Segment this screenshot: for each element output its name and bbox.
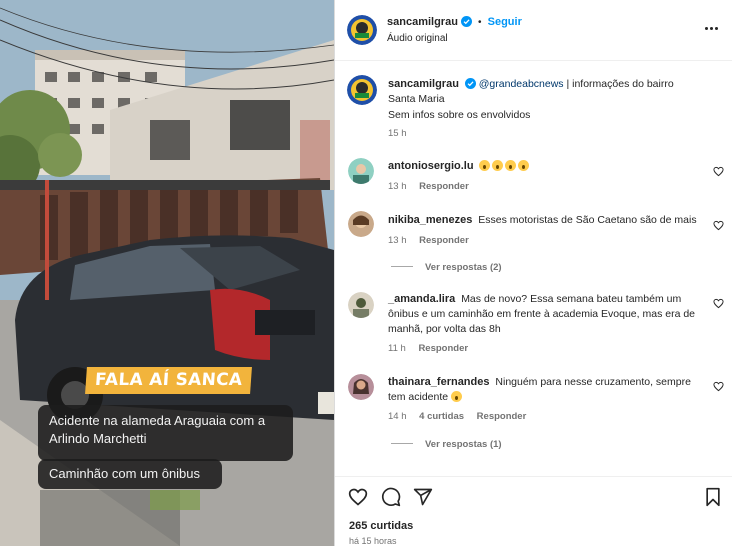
channel-banner: FALA AÍ SANCA xyxy=(85,367,253,394)
comment-body: Esses motoristas de São Caetano são de m… xyxy=(478,214,697,226)
commenter-avatar[interactable] xyxy=(348,374,374,400)
comment-time: 13 h xyxy=(388,181,407,192)
author-username[interactable]: sancamilgrau xyxy=(387,16,458,28)
reply-button[interactable]: Responder xyxy=(419,235,469,246)
comment-text: thainara_fernandes Ninguém para nesse cr… xyxy=(388,375,704,405)
heart-icon[interactable] xyxy=(713,220,724,231)
share-icon[interactable] xyxy=(413,487,433,507)
post-details-panel: sancamilgrau • Seguir Áudio original san… xyxy=(334,0,732,546)
commenter-username[interactable]: antoniosergio.lu xyxy=(388,160,474,172)
comment-text: antoniosergio.lu xyxy=(388,159,704,174)
comment-item: antoniosergio.lu 13 h Responder xyxy=(335,155,732,195)
view-replies-button[interactable]: Ver respostas (1) xyxy=(391,439,502,450)
comment-item: thainara_fernandes Ninguém para nesse cr… xyxy=(335,372,732,457)
comment-item: nikiba_menezes Esses motoristas de São C… xyxy=(335,209,732,279)
heart-icon[interactable] xyxy=(713,166,724,177)
post-timestamp: há 15 horas xyxy=(349,536,397,546)
commenter-avatar[interactable] xyxy=(348,211,374,237)
commenter-username[interactable]: _amanda.lira xyxy=(388,293,455,305)
author-avatar[interactable] xyxy=(347,15,377,45)
comment-meta: 14 h 4 curtidas Responder xyxy=(388,411,536,422)
post-caption: sancamilgrau @grandeabcnews | informaçõe… xyxy=(335,72,732,142)
emoji-icon xyxy=(479,160,531,172)
reply-button[interactable]: Responder xyxy=(419,181,469,192)
commenter-username[interactable]: thainara_fernandes xyxy=(388,376,489,388)
bookmark-icon[interactable] xyxy=(703,487,723,507)
commenter-avatar[interactable] xyxy=(348,292,374,318)
comment-time: 14 h xyxy=(388,411,407,422)
caption-line-2: Sem infos sobre os envolvidos xyxy=(388,109,531,121)
view-replies-button[interactable]: Ver respostas (2) xyxy=(391,262,502,273)
caption-username[interactable]: sancamilgrau xyxy=(388,78,459,90)
heart-icon[interactable] xyxy=(348,487,368,507)
comment-text: nikiba_menezes Esses motoristas de São C… xyxy=(388,213,704,228)
more-options-icon[interactable] xyxy=(703,20,719,36)
reply-button[interactable]: Responder xyxy=(418,343,468,354)
post-header: sancamilgrau • Seguir Áudio original xyxy=(335,0,732,61)
caption-author-avatar[interactable] xyxy=(347,75,377,105)
heart-icon[interactable] xyxy=(713,381,724,392)
comment-meta: 13 h Responder xyxy=(388,181,479,192)
caption-meta: 15 h xyxy=(388,128,417,139)
caption-text: sancamilgrau @grandeabcnews | informaçõe… xyxy=(388,77,704,107)
commenter-avatar[interactable] xyxy=(348,158,374,184)
post-actions-bar: 265 curtidas há 15 horas xyxy=(335,476,732,546)
emoji-icon xyxy=(451,391,463,402)
caption-time: 15 h xyxy=(388,128,407,139)
comment-icon[interactable] xyxy=(381,487,401,507)
likes-count[interactable]: 265 curtidas xyxy=(349,520,413,532)
reel-video[interactable]: FALA AÍ SANCA Acidente na alameda Aragua… xyxy=(0,0,334,546)
caption-mention-link[interactable]: @grandeabcnews xyxy=(479,78,564,90)
comment-text: _amanda.lira Mas de novo? Essa semana ba… xyxy=(388,292,704,337)
header-separator: • xyxy=(478,17,482,28)
reply-button[interactable]: Responder xyxy=(477,411,527,422)
comment-time: 11 h xyxy=(388,343,406,354)
heart-icon[interactable] xyxy=(713,298,724,309)
comment-meta: 11 h Responder xyxy=(388,343,478,354)
comment-meta: 13 h Responder xyxy=(388,235,479,246)
commenter-username[interactable]: nikiba_menezes xyxy=(388,214,472,226)
video-caption-1: Acidente na alameda Araguaia com a Arlin… xyxy=(38,405,293,461)
verified-badge-icon xyxy=(464,78,476,89)
comment-item: _amanda.lira Mas de novo? Essa semana ba… xyxy=(335,290,732,360)
comment-likes[interactable]: 4 curtidas xyxy=(419,411,464,422)
video-caption-2: Caminhão com um ônibus xyxy=(38,459,222,489)
audio-label[interactable]: Áudio original xyxy=(387,33,448,44)
comment-time: 13 h xyxy=(388,235,407,246)
verified-badge-icon xyxy=(460,16,472,27)
follow-button[interactable]: Seguir xyxy=(488,16,522,28)
